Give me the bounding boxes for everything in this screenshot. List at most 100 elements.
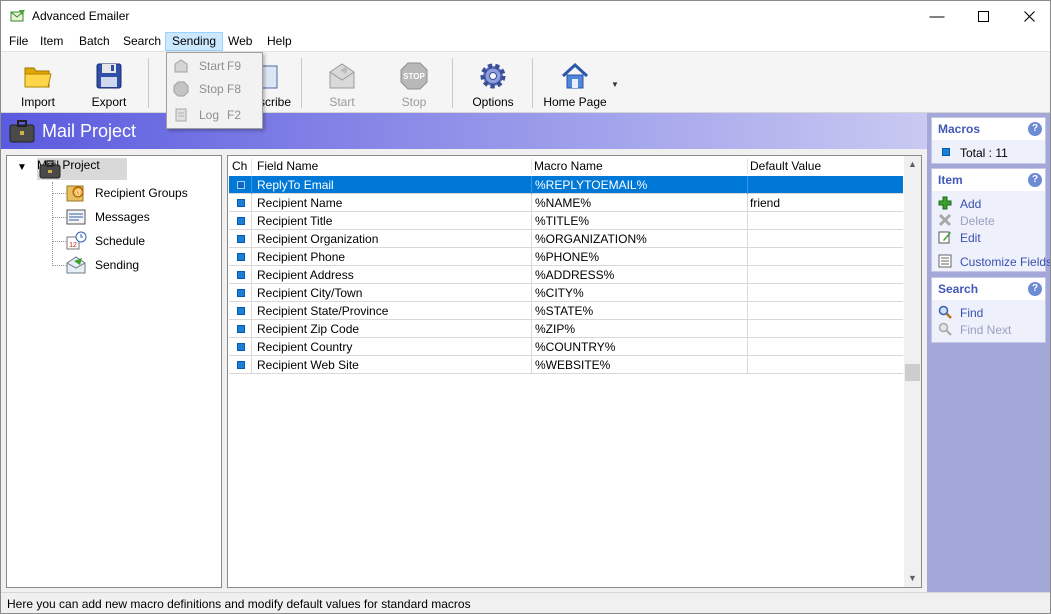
scroll-down-arrow-icon[interactable]: ▼: [904, 570, 921, 587]
cell-field-name[interactable]: Recipient Zip Code: [257, 322, 527, 336]
menu-sending[interactable]: Sending: [165, 32, 224, 51]
row-checkbox-icon[interactable]: [237, 289, 245, 297]
home-page-dropdown-arrow-icon[interactable]: ▼: [611, 80, 619, 89]
cell-macro-name[interactable]: %ADDRESS%: [535, 268, 743, 282]
tree-node-schedule[interactable]: 12 Schedule: [65, 231, 215, 251]
scroll-up-arrow-icon[interactable]: ▲: [904, 156, 921, 173]
row-checkbox-icon[interactable]: [237, 361, 245, 369]
tree-node-recipient-groups[interactable]: @ Recipient Groups: [65, 183, 215, 203]
table-row[interactable]: Recipient Organization %ORGANIZATION%: [229, 230, 903, 248]
tree-node-sending[interactable]: Sending: [65, 255, 215, 275]
help-icon[interactable]: ?: [1028, 282, 1042, 296]
menu-search[interactable]: Search: [117, 32, 167, 51]
item-section-header[interactable]: Item ?: [932, 169, 1045, 191]
row-checkbox-icon[interactable]: [237, 307, 245, 315]
cell-field-name[interactable]: Recipient Phone: [257, 250, 527, 264]
cell-field-name[interactable]: Recipient Address: [257, 268, 527, 282]
row-checkbox-icon[interactable]: [237, 343, 245, 351]
tree-node-messages[interactable]: Messages: [65, 207, 215, 227]
row-checkbox-icon[interactable]: [237, 235, 245, 243]
column-header-field-name[interactable]: Field Name: [257, 159, 318, 173]
help-icon[interactable]: ?: [1028, 122, 1042, 136]
cell-field-name[interactable]: Recipient State/Province: [257, 304, 527, 318]
cell-macro-name[interactable]: %WEBSITE%: [535, 358, 743, 372]
magnifier-icon: [938, 305, 952, 319]
cell-field-name[interactable]: Recipient Country: [257, 340, 527, 354]
cell-macro-name[interactable]: %COUNTRY%: [535, 340, 743, 354]
home-page-button[interactable]: Home Page: [541, 56, 609, 110]
menu-help[interactable]: Help: [261, 32, 298, 51]
cell-macro-name[interactable]: %REPLYTOEMAIL%: [535, 178, 743, 192]
stop-icon: [173, 81, 189, 97]
table-row[interactable]: Recipient City/Town %CITY%: [229, 284, 903, 302]
column-divider[interactable]: [747, 158, 748, 174]
tree-expand-icon[interactable]: ▼: [17, 162, 27, 173]
cell-default-value[interactable]: friend: [750, 196, 900, 210]
row-checkbox-icon[interactable]: [237, 199, 245, 207]
column-header-default-value[interactable]: Default Value: [750, 159, 821, 173]
close-button[interactable]: [1006, 1, 1050, 31]
menu-batch[interactable]: Batch: [73, 32, 116, 51]
toolbar-separator: [532, 58, 533, 108]
minimize-button[interactable]: —: [914, 1, 960, 31]
menu-item-start[interactable]: Start F9: [167, 55, 262, 77]
vertical-scrollbar[interactable]: ▲ ▼: [904, 156, 921, 587]
start-button[interactable]: Start: [310, 56, 374, 110]
row-checkbox-icon[interactable]: [237, 253, 245, 261]
column-divider[interactable]: [251, 158, 252, 174]
stop-button[interactable]: STOP Stop: [382, 56, 446, 110]
cell-divider: [531, 212, 532, 230]
tree-node-mail-project[interactable]: Mail Project: [37, 158, 127, 180]
table-row[interactable]: Recipient Country %COUNTRY%: [229, 338, 903, 356]
briefcase-icon: [9, 120, 35, 143]
cell-macro-name[interactable]: %NAME%: [535, 196, 743, 210]
column-header-check[interactable]: Ch: [232, 159, 247, 173]
add-icon: [938, 196, 952, 210]
row-checkbox-icon[interactable]: [237, 217, 245, 225]
column-divider[interactable]: [531, 158, 532, 174]
table-row[interactable]: Recipient Address %ADDRESS%: [229, 266, 903, 284]
table-row[interactable]: Recipient Zip Code %ZIP%: [229, 320, 903, 338]
cell-field-name[interactable]: Recipient Organization: [257, 232, 527, 246]
cell-macro-name[interactable]: %ZIP%: [535, 322, 743, 336]
search-section-header[interactable]: Search ?: [932, 278, 1045, 300]
cell-field-name[interactable]: ReplyTo Email: [257, 178, 527, 192]
scroll-thumb[interactable]: [905, 364, 920, 381]
export-button[interactable]: Export: [77, 56, 141, 110]
cell-macro-name[interactable]: %CITY%: [535, 286, 743, 300]
menu-file[interactable]: File: [3, 32, 34, 51]
svg-text:@: @: [74, 188, 82, 197]
table-row[interactable]: Recipient Title %TITLE%: [229, 212, 903, 230]
table-row[interactable]: Recipient Name %NAME% friend: [229, 194, 903, 212]
cell-macro-name[interactable]: %TITLE%: [535, 214, 743, 228]
app-logo-icon: [10, 10, 25, 22]
menu-item[interactable]: Item: [34, 32, 69, 51]
table-row[interactable]: Recipient Web Site %WEBSITE%: [229, 356, 903, 374]
table-row[interactable]: ReplyTo Email %REPLYTOEMAIL%: [229, 176, 903, 194]
import-button[interactable]: Import: [6, 56, 70, 110]
menu-bar: File Item Batch Search Sending Web Help: [1, 31, 1050, 51]
cell-field-name[interactable]: Recipient Web Site: [257, 358, 527, 372]
menu-item-log[interactable]: Log F2: [167, 104, 262, 126]
macros-section: Macros ? Total : 11: [931, 117, 1046, 164]
macros-section-header[interactable]: Macros ?: [932, 118, 1045, 140]
row-checkbox-icon[interactable]: [237, 271, 245, 279]
column-header-macro-name[interactable]: Macro Name: [534, 159, 603, 173]
help-icon[interactable]: ?: [1028, 173, 1042, 187]
cell-macro-name[interactable]: %PHONE%: [535, 250, 743, 264]
cell-field-name[interactable]: Recipient City/Town: [257, 286, 527, 300]
row-checkbox-icon[interactable]: [237, 325, 245, 333]
delete-icon: [938, 213, 952, 227]
cell-field-name[interactable]: Recipient Name: [257, 196, 527, 210]
row-checkbox-icon[interactable]: [237, 181, 245, 189]
options-button[interactable]: Options: [461, 56, 525, 110]
maximize-button[interactable]: [960, 1, 1006, 31]
cell-field-name[interactable]: Recipient Title: [257, 214, 527, 228]
table-row[interactable]: Recipient State/Province %STATE%: [229, 302, 903, 320]
cell-macro-name[interactable]: %ORGANIZATION%: [535, 232, 743, 246]
menu-item-stop[interactable]: Stop F8: [167, 78, 262, 100]
menu-web[interactable]: Web: [222, 32, 258, 51]
table-row[interactable]: Recipient Phone %PHONE%: [229, 248, 903, 266]
cell-divider: [747, 212, 748, 230]
cell-macro-name[interactable]: %STATE%: [535, 304, 743, 318]
